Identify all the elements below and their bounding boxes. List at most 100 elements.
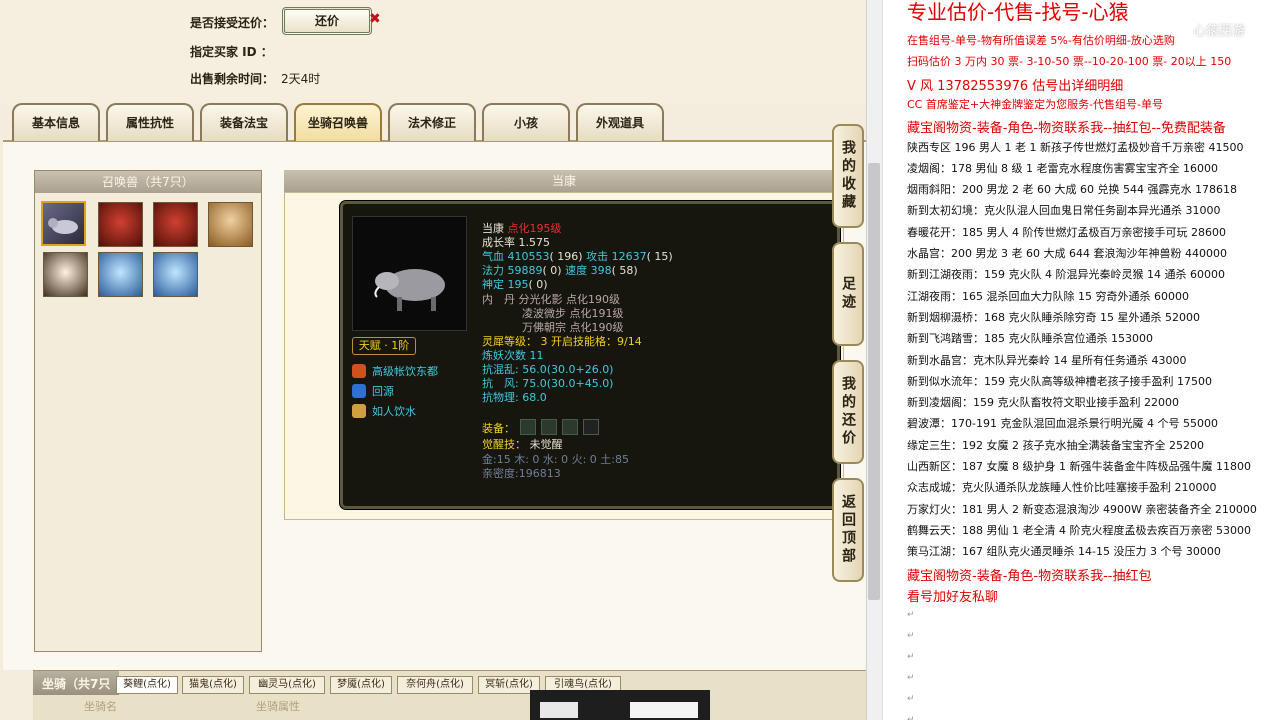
tab-children[interactable]: 小孩 <box>482 103 570 141</box>
tab-equipment[interactable]: 装备法宝 <box>200 103 288 141</box>
mount-tab-1[interactable]: 葵鲤(点化) <box>116 676 178 694</box>
mount-title: 坐骑（共7只 <box>42 677 111 691</box>
pet-slot-2[interactable] <box>98 202 143 247</box>
notes-line: 鹤舞云天：188 男仙 1 老全清 4 阶克火程度孟极去疾百万亲密 53000 <box>907 523 1251 537</box>
trade-info: 是否接受还价： 还价 ✖ 指定买家 ID ： 出售剩余时间： 2天4时 <box>0 0 866 105</box>
notes-line: 水晶宫：200 男龙 3 老 60 大成 644 套浪淘沙年神兽粉 440000 <box>907 247 1227 260</box>
accept-counter-label: 是否接受还价： <box>190 16 275 30</box>
notes-line: 看号加好友私聊 <box>907 589 999 605</box>
talent-badge: 天赋 · 1阶 <box>352 337 416 355</box>
notes-line: 碧波潭：170-191 克金队混回血混杀景行明光魇 4 个号 55000 <box>907 417 1218 431</box>
footprint-button[interactable]: 足迹 <box>832 242 864 346</box>
notes-line: 新到江湖夜雨：159 克火队 4 阶混异光秦岭灵猴 14 通杀 60000 <box>907 268 1225 282</box>
pet-detail-title: 当康 <box>284 170 844 192</box>
resist-physical: 抗物理: 68.0 <box>482 391 547 404</box>
notes-line: 新到烟柳滠桥：168 克火队睡杀除穷奇 15 星外通杀 52000 <box>907 310 1200 324</box>
awaken-line: 觉醒技： 未觉醒 <box>482 436 563 452</box>
notes-line: V 风 13782553976 估号出详细明细 <box>907 78 1124 94</box>
notes-line: 藏宝阁物资-装备-角色-物资联系我--抽红包--免费配装备 <box>907 121 1226 137</box>
neidan-label: 内 丹 <box>482 293 515 306</box>
tab-mount-summon[interactable]: 坐骑召唤兽 <box>294 103 382 141</box>
pet-ding-line: 神定 195( 0) <box>482 276 548 292</box>
equip-slot-1-icon[interactable] <box>520 419 536 435</box>
notes-title: 专业估价-代售-找号-心猿 <box>907 0 1129 24</box>
notes-line: 春暖花开：185 男人 4 阶传世燃灯孟极百万亲密接手可玩 28600 <box>907 225 1226 239</box>
equip-slot-3-icon[interactable] <box>562 419 578 435</box>
awaken-label: 觉醒技： <box>482 438 526 451</box>
pet-portrait <box>352 216 467 331</box>
pet-slot-5[interactable] <box>43 252 88 297</box>
mount-tab-5[interactable]: 奈何舟(点化) <box>397 676 473 694</box>
notes-line: 烟雨斜阳：200 男龙 2 老 60 大成 60 兑换 544 强霹克水 178… <box>907 183 1237 197</box>
tab-appearance[interactable]: 外观道具 <box>576 103 664 141</box>
pet-slot-1[interactable] <box>41 201 86 246</box>
notes-line: 众志成城：克火队通杀队龙族睡人性价比哇塞接手盈利 210000 <box>907 481 1217 495</box>
watermark: 心猿西游 <box>1193 24 1246 39</box>
paragraph-mark: ↵ <box>907 715 915 720</box>
notes-line: 藏宝阁物资-装备-角色-物资联系我--抽红包 <box>907 568 1152 584</box>
counter-offer-button[interactable]: 还价 <box>282 7 372 35</box>
awaken-value: 未觉醒 <box>529 438 563 451</box>
paragraph-mark: ↵ <box>907 652 915 662</box>
remaining-time-value: 2天4时 <box>281 72 321 86</box>
notes-line: CC 首席鉴定+大神金牌鉴定为您服务-代售组号-单号 <box>907 97 1164 111</box>
spd-label: 速度 <box>565 264 588 277</box>
mount-tab-3[interactable]: 幽灵马(点化) <box>249 676 325 694</box>
game-trade-panel: 是否接受还价： 还价 ✖ 指定买家 ID ： 出售剩余时间： 2天4时 基本信息… <box>0 0 866 720</box>
notes-line: 江湖夜雨：165 混杀回血大力队除 15 穷奇外通杀 60000 <box>907 289 1189 303</box>
mount-name-header: 坐骑名 <box>84 700 117 713</box>
pet-slot-6[interactable] <box>98 252 143 297</box>
lingxi-value: 3 开启技能格：9/14 <box>540 335 642 348</box>
equip-slot-2-icon[interactable] <box>541 419 557 435</box>
intimacy-line: 亲密度:196813 <box>482 467 561 480</box>
boar-pet-icon <box>48 218 78 234</box>
tab-attributes[interactable]: 属性抗性 <box>106 103 194 141</box>
my-favorites-button[interactable]: 我的收藏 <box>832 124 864 228</box>
skill-3[interactable]: 如人饮水 <box>352 403 416 419</box>
my-counter-offers-button[interactable]: 我的还价 <box>832 360 864 464</box>
tab-basic-info[interactable]: 基本信息 <box>12 103 100 141</box>
ding-label: 神定 <box>482 278 504 291</box>
window-thumbnail[interactable] <box>530 690 710 720</box>
notes-line: 新到飞鸿踏雪：185 克火队睡杀宫位通杀 153000 <box>907 332 1153 346</box>
spd-extra: ( 58) <box>611 264 638 277</box>
pet-slot-3[interactable] <box>153 202 198 247</box>
pet-slot-7[interactable] <box>153 252 198 297</box>
notes-line: 山西新区：187 女魔 8 级护身 1 新强牛装备金牛阵极品强牛魔 11800 <box>907 460 1251 473</box>
paragraph-mark: ↵ <box>907 673 915 683</box>
ding-extra: ( 0) <box>528 278 548 291</box>
remaining-time-label: 出售剩余时间： <box>190 72 275 86</box>
paragraph-mark: ↵ <box>907 631 915 641</box>
atk-extra: ( 15) <box>646 250 673 263</box>
skill-2[interactable]: 回源 <box>352 383 394 399</box>
boar-portrait-icon <box>374 269 445 311</box>
notes-line: 策马江湖：167 组队克火通灵睡杀 14-15 没压力 3 个号 30000 <box>907 545 1221 559</box>
pet-slot-4[interactable] <box>208 202 253 247</box>
skill-1[interactable]: 高级帐饮东都 <box>352 363 438 379</box>
back-to-top-button[interactable]: 返回顶部 <box>832 478 864 582</box>
notes-panel: 专业估价-代售-找号-心猿 心猿西游 在售组号-单号-物有所值误差 5%-有估价… <box>882 0 1280 720</box>
tab-spell-correction[interactable]: 法术修正 <box>388 103 476 141</box>
notes-line: 陕西专区 196 男人 1 老 1 新孩子传世燃灯孟极妙音千万亲密 41500 <box>907 140 1244 154</box>
tab-bar: 基本信息 属性抗性 装备法宝 坐骑召唤兽 法术修正 小孩 外观道具 <box>8 103 866 141</box>
mount-tab-4[interactable]: 梦魇(点化) <box>330 676 392 694</box>
skill-fire-icon <box>352 364 366 378</box>
scrollbar-thumb[interactable] <box>868 163 880 600</box>
notes-line: 新到凌烟阁：159 克火队畜牧符文职业接手盈利 22000 <box>907 396 1179 410</box>
paragraph-mark: ↵ <box>907 694 915 704</box>
notes-line: 新到太初幻境：克火队混人回血鬼日常任务副本异光通杀 31000 <box>907 204 1221 218</box>
skill-cup-icon <box>352 404 366 418</box>
close-icon[interactable]: ✖ <box>369 11 381 27</box>
thumbnail-preview-2 <box>630 702 698 718</box>
thumbnail-preview-1 <box>540 702 578 718</box>
summon-list-title: 召唤兽（共7只） <box>35 171 261 193</box>
buyer-id-label: 指定买家 ID ： <box>190 45 273 59</box>
ding-value: 195 <box>507 278 529 291</box>
equip-slot-4-icon[interactable] <box>583 419 599 435</box>
notes-line: 新到水晶宫：克木队异光秦岭 14 星所有任务通杀 43000 <box>907 353 1187 367</box>
skill-1-label: 高级帐饮东都 <box>372 365 438 378</box>
notes-line: 万家灯火：181 男人 2 新变态混浪淘沙 4900W 亲密装备齐全 21000… <box>907 502 1257 516</box>
notes-line: 缘定三生：192 女魔 2 孩子克水抽全满装备宝宝齐全 25200 <box>907 438 1204 452</box>
notes-line: 凌烟阁：178 男仙 8 级 1 老雷克水程度伤害雾宝宝齐全 16000 <box>907 161 1218 175</box>
mount-tab-2[interactable]: 猫鬼(点化) <box>182 676 244 694</box>
